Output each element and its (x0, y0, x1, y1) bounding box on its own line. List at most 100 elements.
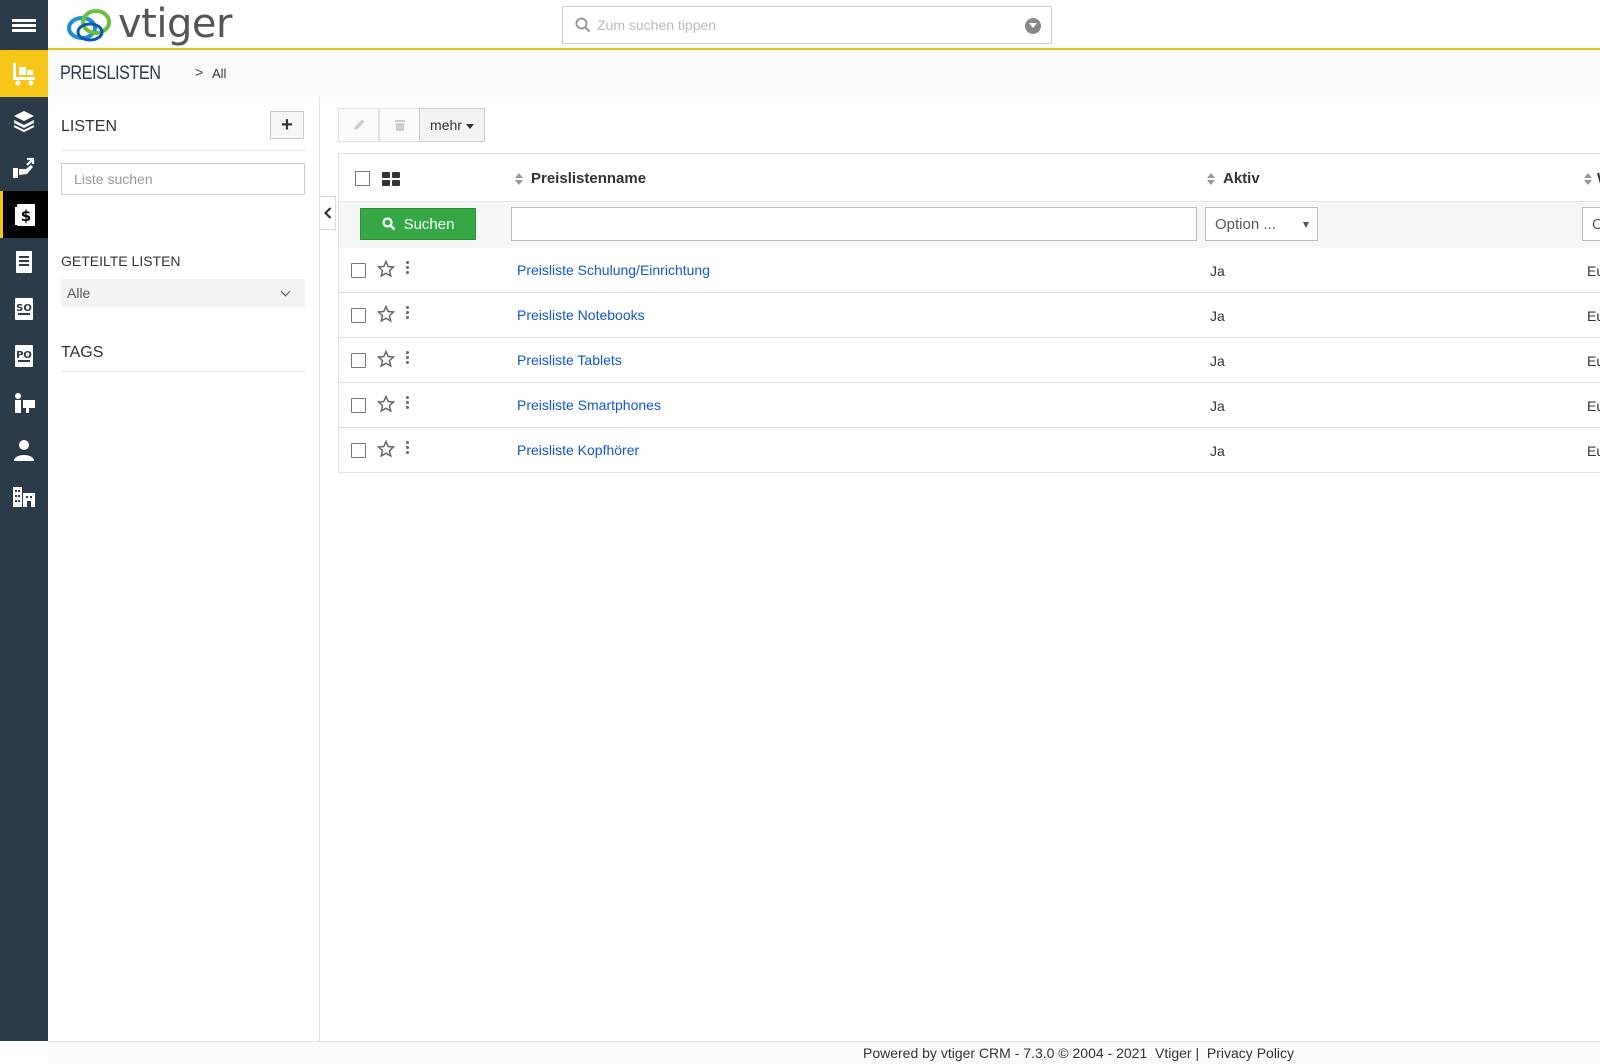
third-cell: Eu (1587, 443, 1600, 459)
star-icon[interactable] (377, 440, 395, 458)
column-config-icon[interactable] (382, 172, 400, 186)
hamburger-menu-icon[interactable] (0, 0, 48, 50)
more-label: mehr (430, 117, 462, 133)
table-row[interactable]: Preisliste Kopfhörer Ja Eu (339, 428, 1600, 473)
table-row[interactable]: Preisliste Tablets Ja Eu (339, 338, 1600, 383)
active-filter-select[interactable]: Option ... (1205, 207, 1318, 241)
shared-lists-selected: Alle (67, 285, 91, 301)
collapse-sidebar-toggle[interactable] (320, 196, 336, 230)
row-actions-icon[interactable] (406, 261, 410, 276)
active-cell: Ja (1210, 353, 1225, 369)
add-list-button[interactable]: + (270, 111, 304, 139)
search-icon (381, 217, 395, 231)
active-cell: Ja (1210, 398, 1225, 414)
breadcrumb-separator: > (195, 64, 204, 80)
more-actions-button[interactable]: mehr (419, 108, 485, 142)
rail-item-services[interactable] (0, 144, 48, 191)
rail-item-sales-orders[interactable]: SO (0, 285, 48, 332)
rail-item-purchase-orders[interactable]: PO (0, 332, 48, 379)
rail-item-inventory[interactable] (0, 50, 48, 97)
caret-down-icon (465, 123, 474, 129)
shared-lists-select[interactable]: Alle (61, 279, 305, 307)
sort-icon[interactable] (1584, 173, 1592, 185)
third-cell: Eu (1587, 263, 1600, 279)
chevron-circle-down-icon[interactable] (1025, 18, 1041, 34)
tags-heading: TAGS (61, 344, 104, 361)
contacts-person-icon (14, 439, 34, 461)
list-search-input[interactable] (61, 163, 305, 195)
footer-separator: | (1195, 1045, 1200, 1061)
vtiger-link[interactable]: Vtiger (1155, 1045, 1192, 1061)
svg-text:PO: PO (16, 350, 32, 361)
third-cell: Eu (1587, 353, 1600, 369)
sales-order-icon: SO (15, 297, 33, 320)
star-icon[interactable] (377, 350, 395, 368)
products-box-icon (13, 110, 35, 132)
search-button-label: Suchen (403, 215, 455, 233)
price-list-name-link[interactable]: Preisliste Notebooks (517, 307, 645, 323)
select-all-checkbox[interactable] (355, 171, 370, 186)
star-icon[interactable] (377, 395, 395, 413)
table-row[interactable]: Preisliste Schulung/Einrichtung Ja Eu (339, 248, 1600, 293)
trash-icon (394, 120, 405, 131)
price-list-name-link[interactable]: Preisliste Schulung/Einrichtung (517, 262, 710, 278)
star-icon[interactable] (377, 260, 395, 278)
row-checkbox[interactable] (351, 353, 366, 368)
footer: Powered by vtiger CRM - 7.3.0 © 2004 - 2… (48, 1041, 1600, 1064)
row-actions-icon[interactable] (406, 396, 410, 411)
price-list-table: Preislistenname Aktiv W Suchen Option ..… (338, 153, 1600, 473)
logo-text: vtiger (118, 1, 232, 47)
pencil-icon (353, 119, 364, 130)
rail-item-price-books[interactable]: $ (0, 191, 48, 238)
rail-item-invoices[interactable] (0, 238, 48, 285)
column-header-name[interactable]: Preislistenname (531, 170, 646, 187)
third-cell: Eu (1587, 398, 1600, 414)
row-checkbox[interactable] (351, 263, 366, 278)
third-filter-select[interactable]: O (1582, 207, 1600, 241)
vendors-icon (15, 392, 35, 413)
row-checkbox[interactable] (351, 398, 366, 413)
third-cell: Eu (1587, 308, 1600, 324)
global-search-input[interactable] (597, 12, 997, 38)
rail-item-organizations[interactable] (0, 473, 48, 520)
third-filter-placeholder: O (1592, 216, 1600, 233)
divider (61, 371, 305, 372)
price-list-name-link[interactable]: Preisliste Kopfhörer (517, 442, 639, 458)
top-bar: vtiger (0, 0, 1600, 50)
rail-item-contacts[interactable] (0, 426, 48, 473)
sort-icon[interactable] (1207, 173, 1215, 185)
invoice-icon (16, 250, 32, 273)
active-cell: Ja (1210, 308, 1225, 324)
star-icon[interactable] (377, 305, 395, 323)
inventory-cart-icon (13, 62, 35, 85)
delete-button[interactable] (379, 108, 420, 142)
svg-text:$: $ (20, 207, 30, 225)
row-checkbox[interactable] (351, 308, 366, 323)
edit-button[interactable] (338, 108, 379, 142)
vtiger-cloud-logo-icon (67, 9, 111, 42)
rail-item-products[interactable] (0, 97, 48, 144)
organizations-building-icon (13, 486, 35, 507)
price-list-name-link[interactable]: Preisliste Smartphones (517, 397, 661, 413)
table-row[interactable]: Preisliste Notebooks Ja Eu (339, 293, 1600, 338)
sort-icon[interactable] (515, 173, 523, 185)
search-icon (575, 17, 591, 33)
lists-heading: LISTEN (61, 118, 118, 135)
price-list-name-link[interactable]: Preisliste Tablets (517, 352, 622, 368)
vtiger-logo[interactable]: vtiger (64, 2, 232, 46)
svg-text:SO: SO (16, 303, 32, 314)
column-header-active[interactable]: Aktiv (1223, 170, 1260, 187)
row-checkbox[interactable] (351, 443, 366, 458)
table-header: Preislistenname Aktiv W (339, 154, 1600, 202)
row-actions-icon[interactable] (406, 306, 410, 321)
table-row[interactable]: Preisliste Smartphones Ja Eu (339, 383, 1600, 428)
privacy-policy-link[interactable]: Privacy Policy (1207, 1045, 1294, 1061)
rail-item-vendors[interactable] (0, 379, 48, 426)
name-filter-input[interactable] (511, 207, 1197, 241)
breadcrumb-module[interactable]: PREISLISTEN (60, 63, 161, 85)
active-cell: Ja (1210, 443, 1225, 459)
row-actions-icon[interactable] (406, 441, 410, 456)
row-actions-icon[interactable] (406, 351, 410, 366)
global-search-box[interactable] (562, 6, 1052, 44)
search-button[interactable]: Suchen (360, 208, 476, 240)
